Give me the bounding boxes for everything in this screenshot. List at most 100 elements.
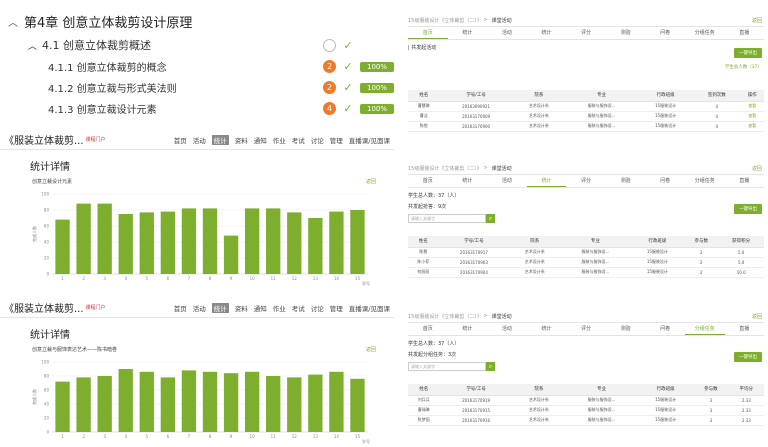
course-title[interactable]: 《服装立体裁剪... [4,300,84,315]
table-row: 曹慧琳 20163090921 艺术设计系 服装与服饰设... 15服装设计 4 查看 [408,101,764,112]
subsection-row[interactable]: 4.1.2 创意立裁与形式美法则 2 ✓ 100% [8,77,394,98]
tab-activity[interactable]: 活动 [487,175,527,187]
view-link[interactable]: 查看 [740,101,764,112]
back-link[interactable]: 返回 [366,178,376,185]
tab-quiz[interactable]: 测验 [606,175,646,187]
cell: 陈悦 [408,121,440,132]
tab-signin[interactable]: 首页 [408,323,448,335]
nav-activity[interactable]: 活动 [193,303,206,313]
tab-survey[interactable]: 问卷 [645,323,685,335]
subsection-row[interactable]: 4.1.3 创意立裁设计元素 4 ✓ 100% [8,98,394,119]
view-link[interactable]: 查看 [740,121,764,132]
search-icon[interactable]: ⌕ [486,214,495,223]
x-tick-label: 5 [146,434,149,439]
search-input[interactable]: 请输入关键字 [408,362,486,371]
search-icon[interactable]: ⌕ [486,362,495,371]
nav-stats[interactable]: 统计 [211,302,229,313]
tab-survey[interactable]: 问卷 [645,27,685,39]
nav-stats[interactable]: 统计 [211,134,229,145]
nav-notice[interactable]: 通知 [254,303,267,313]
col-id: 学号/工号 [438,236,510,248]
export-button[interactable]: 一键导出 [734,204,762,214]
nav-notice[interactable]: 通知 [254,135,267,145]
col-count: 参与数 [684,236,719,248]
tab-activity[interactable]: 活动 [487,27,527,39]
check-icon: ✓ [343,60,353,73]
tab-group-task[interactable]: 分组任务 [685,175,725,187]
tab-quiz[interactable]: 测验 [606,323,646,335]
nav-home[interactable]: 首页 [174,303,187,313]
export-button[interactable]: 一键导出 [734,48,762,58]
back-link[interactable]: 返回 [752,165,762,172]
tab-stats[interactable]: 统计 [448,323,488,335]
nav-materials[interactable]: 资料 [235,303,248,313]
back-link[interactable]: 返回 [752,17,762,24]
course-portal-link[interactable]: 课程门户 [86,136,168,143]
chevron-up-icon[interactable]: ︿ [8,14,24,29]
tab-activity[interactable]: 活动 [487,323,527,335]
tab-survey[interactable]: 问卷 [645,175,685,187]
tab-score[interactable]: 评分 [566,27,606,39]
course-portal-link[interactable]: 课程门户 [86,304,168,311]
breadcrumb-course[interactable]: 15级服装设计《立体裁剪（二）》 [408,165,482,172]
nav-activity[interactable]: 活动 [193,135,206,145]
nav-materials[interactable]: 资料 [235,135,248,145]
nav-exam[interactable]: 考试 [292,303,305,313]
nav-live[interactable]: 直播课/见面课 [349,135,390,145]
nav-homework[interactable]: 作业 [273,303,286,313]
tab-quickanswer[interactable]: 统计 [527,323,567,335]
tab-signin[interactable]: 首页 [408,175,448,187]
nav-homework[interactable]: 作业 [273,135,286,145]
cell: 5.0 [718,247,764,258]
tab-group-task[interactable]: 分组任务 [685,27,725,39]
tab-live[interactable]: 直播 [725,175,765,187]
tab-stats[interactable]: 统计 [448,27,488,39]
tab-quickanswer[interactable]: 统计 [527,27,567,39]
view-link[interactable]: 查看 [740,111,764,122]
tab-score[interactable]: 评分 [566,175,606,187]
bar-chart: 020406080100完成人数1 2 3 4 5 6 7 8 9 10 11 12 13 14 15学号 [31,192,370,287]
tab-score[interactable]: 评分 [566,323,606,335]
y-tick-label: 100 [41,360,49,365]
section-row[interactable]: ︿ 4.1 创意立体裁剪概述 ✓ [8,34,394,56]
chapter-row[interactable]: ︿ 第4章 创意立体裁剪设计原理 [8,8,394,34]
circle-icon [323,38,336,52]
nav-discussion[interactable]: 讨论 [311,303,324,313]
nav-discussion[interactable]: 讨论 [311,135,324,145]
back-link[interactable]: 返回 [752,313,762,320]
tab-quiz[interactable]: 测验 [606,27,646,39]
nav-home[interactable]: 首页 [174,135,187,145]
subsection-row[interactable]: 4.1.1 创意立体裁剪的概念 2 ✓ 100% [8,56,394,77]
cell: 10.0 [718,267,764,278]
bar [55,381,70,432]
stats-heading: 统计详情 [30,162,70,173]
bar [244,208,260,274]
tab-live[interactable]: 直播 [725,323,765,335]
nav-exam[interactable]: 考试 [292,135,305,145]
y-axis-label: 完成人数 [31,389,37,405]
search-input[interactable]: 请输入关键字 [408,214,486,223]
course-nav-bar: 《服装立体裁剪... 课程门户 首页 活动 统计 资料 通知 作业 考试 讨论 … [0,298,394,318]
breadcrumb-course[interactable]: 15级服装设计《立体裁剪（二）》 [408,17,482,24]
student-table: 姓名 学号/工号 院系 专业 行政班级 参与数 平均分 刘兵兵 201631709… [408,384,764,426]
course-title[interactable]: 《服装立体裁剪... [4,132,84,147]
tab-live[interactable]: 直播 [725,27,765,39]
bar [244,371,260,432]
tab-signin[interactable]: 首页 [408,27,448,39]
back-link[interactable]: 返回 [366,346,376,353]
tab-quickanswer[interactable]: 统计 [526,175,567,187]
nav-live[interactable]: 直播课/见面课 [349,303,390,313]
bar [329,371,344,432]
bar [118,369,133,432]
breadcrumb-course[interactable]: 15级服装设计《立体裁剪（二）》 [408,313,482,320]
chevron-up-icon[interactable]: ︿ [28,39,42,52]
bar [266,208,281,274]
cell: 15服装设计 [638,395,694,406]
tab-stats[interactable]: 统计 [448,175,488,187]
nav-manage[interactable]: 管理 [330,303,343,313]
tab-group-task[interactable]: 分组任务 [684,323,725,335]
export-button[interactable]: 一键导出 [734,352,762,362]
cell: 15服装设计 [638,111,694,122]
nav-manage[interactable]: 管理 [330,135,343,145]
col-class: 行政班级 [638,384,694,396]
